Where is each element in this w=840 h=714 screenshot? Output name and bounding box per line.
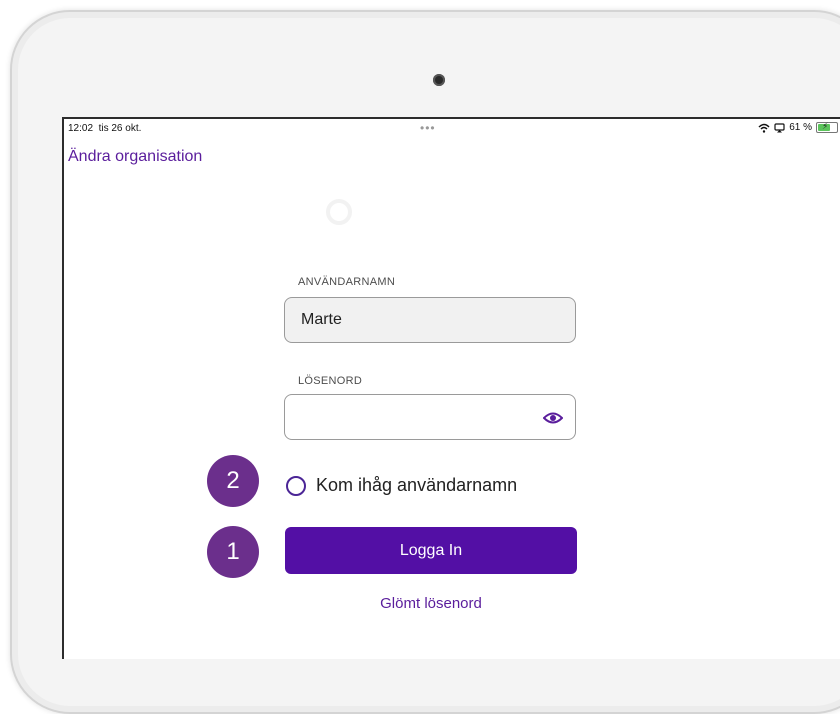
battery-percent: 61 % xyxy=(789,122,812,133)
status-bar: 12:02 tis 26 okt. ••• 61 % ⚡ xyxy=(64,119,840,139)
wifi-icon xyxy=(758,123,770,133)
status-indicators: 61 % ⚡ xyxy=(758,121,838,133)
username-field[interactable]: Marte xyxy=(284,297,576,343)
multitasking-dots[interactable]: ••• xyxy=(420,121,436,135)
change-organisation-link[interactable]: Ändra organisation xyxy=(68,148,202,166)
app-screen: 12:02 tis 26 okt. ••• 61 % ⚡ Ändra organ… xyxy=(62,117,840,659)
status-time: 12:02 tis 26 okt. xyxy=(68,123,141,134)
battery-icon: ⚡ xyxy=(816,121,838,133)
password-field[interactable] xyxy=(284,394,576,440)
remember-username-toggle[interactable]: Kom ihåg användarnamn xyxy=(286,475,517,496)
forgot-password-link[interactable]: Glömt lösenord xyxy=(285,595,577,612)
remember-username-label: Kom ihåg användarnamn xyxy=(316,475,518,495)
step-badge-login: 1 xyxy=(207,526,259,578)
username-value: Marte xyxy=(301,311,342,328)
status-clock: 12:02 xyxy=(68,123,94,134)
camera-icon xyxy=(433,74,445,86)
screen-mirror-icon xyxy=(774,122,785,132)
logo-mark-icon xyxy=(326,199,352,225)
radio-icon[interactable] xyxy=(286,475,306,496)
step-badge-remember: 2 xyxy=(207,455,259,507)
status-date: tis 26 okt. xyxy=(98,123,142,134)
password-label: LÖSENORD xyxy=(298,375,363,387)
app-logo xyxy=(326,199,352,225)
login-button[interactable]: Logga In xyxy=(285,527,577,574)
eye-icon[interactable] xyxy=(543,408,563,428)
username-label: ANVÄNDARNAMN xyxy=(298,276,396,288)
